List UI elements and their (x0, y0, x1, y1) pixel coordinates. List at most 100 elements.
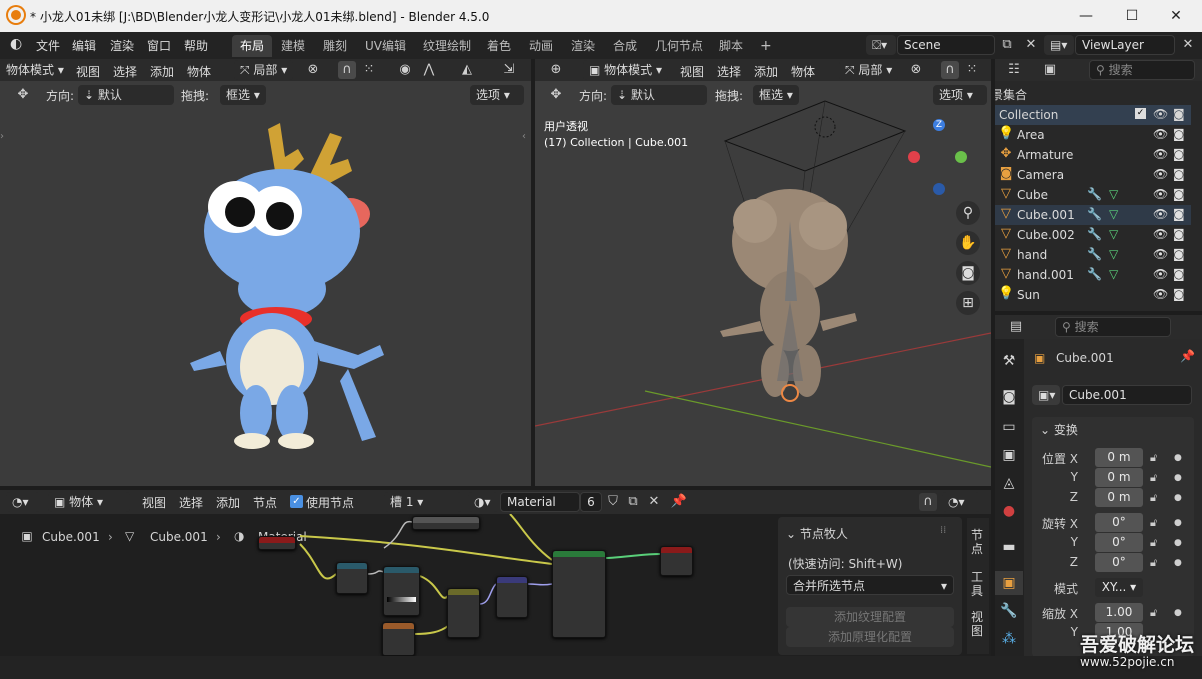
scene-tab-icon[interactable]: ◬ (995, 471, 1023, 495)
left-snap-icon[interactable]: ∩ (338, 61, 356, 79)
node-texture[interactable] (382, 622, 415, 656)
duplicate-material-icon[interactable]: ⧉ (624, 493, 642, 511)
drag-handle-icon[interactable]: ⁞⁞ (940, 525, 946, 536)
node-wrangler-header[interactable]: ⌄ 节点牧人 (786, 525, 848, 542)
material-output-node-mini[interactable] (258, 536, 296, 550)
modifier-icon[interactable]: 🔧 (1087, 247, 1102, 261)
render-camera-icon[interactable]: ◙ (1173, 127, 1185, 141)
add-principled-setup-button[interactable]: 添加原理化配置 (786, 627, 954, 647)
overlay-toggle-icon[interactable]: ◔▾ (942, 492, 980, 512)
left-falloff-icon[interactable]: ⋀ (420, 61, 438, 79)
visibility-eye-icon[interactable]: 👁 (1153, 227, 1168, 241)
gizmo-neg-z-axis[interactable] (933, 183, 945, 195)
gizmo-x-axis[interactable] (908, 151, 920, 163)
node-menu-add[interactable]: 添加 (216, 494, 240, 511)
left-visibility-icon[interactable]: ◭ (458, 61, 476, 79)
collection-tab-icon[interactable]: ▬ (995, 535, 1023, 559)
outliner-editor-icon[interactable]: ☷ (1005, 61, 1023, 79)
node-menu-node[interactable]: 节点 (253, 494, 277, 511)
left-proportional-icon[interactable]: ◉ (396, 61, 414, 79)
mesh-data-icon[interactable]: ▽ (1109, 267, 1118, 281)
close-button[interactable]: ✕ (1166, 6, 1186, 26)
location-x-field[interactable]: 0 m (1095, 448, 1143, 467)
outliner-row[interactable]: ▽ hand 👁 ◙ 🔧 ▽ (995, 245, 1191, 265)
tab-compositing[interactable]: 合成 (605, 35, 645, 57)
menu-file[interactable]: 文件 (36, 37, 60, 54)
right-menu-add[interactable]: 添加 (754, 63, 778, 80)
view-layer-tab-icon[interactable]: ▣ (995, 443, 1023, 467)
right-menu-object[interactable]: 物体 (791, 63, 815, 80)
slot-dropdown[interactable]: 槽 1 ▾ (384, 492, 462, 512)
delete-view-layer-icon[interactable]: ✕ (1179, 36, 1197, 54)
node-principled-bsdf[interactable] (552, 550, 606, 638)
outliner-row[interactable]: 💡 Area 👁 ◙ (995, 125, 1191, 145)
mesh-data-icon[interactable]: ▽ (1109, 207, 1118, 221)
tab-scripting[interactable]: 脚本 (711, 35, 751, 57)
left-toolbar-toggle-icon[interactable]: › (0, 131, 4, 142)
node-object-selector[interactable]: ▣ 物体 ▾ (48, 492, 130, 512)
left-orient-dropdown[interactable]: ⇣ 默认 (78, 85, 174, 105)
right-orient-dropdown[interactable]: ⇣ 默认 (611, 85, 707, 105)
pin-icon[interactable]: 📌 (1180, 349, 1195, 363)
right-viewport[interactable]: ✥ 方向: ⇣ 默认 拖拽: 框选 ▾ 选项 ▾ 用户透视 (17) Colle… (535, 81, 991, 486)
outliner-row[interactable]: ◙ Camera 👁 ◙ (995, 165, 1191, 185)
keyframe-dot-icon[interactable]: ● (1174, 608, 1182, 618)
new-scene-icon[interactable]: ⧉ (998, 36, 1016, 54)
node-menu-select[interactable]: 选择 (179, 494, 203, 511)
outliner-search-input[interactable]: ⚲ 搜索 (1089, 60, 1195, 80)
render-camera-icon[interactable]: ◙ (1173, 247, 1185, 261)
left-viewport[interactable]: ✥ 方向: ⇣ 默认 拖拽: 框选 ▾ 选项 ▾ › ‹ (0, 81, 531, 486)
modifier-icon[interactable]: 🔧 (1087, 207, 1102, 221)
menu-help[interactable]: 帮助 (184, 37, 208, 54)
node-editor-canvas[interactable]: ▣ Cube.001 › ▽ Cube.001 › ◑ Material ⌄ 节… (0, 514, 991, 656)
tab-sculpting[interactable]: 雕刻 (315, 35, 355, 57)
maximize-button[interactable]: ☐ (1122, 6, 1142, 26)
node-bump[interactable] (496, 576, 528, 618)
tab-geometry-nodes[interactable]: 几何节点 (647, 35, 711, 57)
visibility-eye-icon[interactable]: 👁 (1153, 287, 1168, 301)
display-mode-icon[interactable]: ▣ (1041, 61, 1059, 79)
gizmo-z-axis[interactable]: Z (933, 119, 945, 131)
merge-select-dropdown[interactable]: 合并所选节点 ▾ (786, 575, 954, 595)
zoom-icon[interactable]: ⚲ (956, 201, 980, 225)
outliner-row[interactable]: ▽ Cube 👁 ◙ 🔧 ▽ (995, 185, 1191, 205)
node-menu-view[interactable]: 视图 (142, 494, 166, 511)
collection-row[interactable]: Collection ✓ 👁 ◙ (995, 105, 1191, 125)
mesh-data-icon[interactable]: ▽ (1109, 247, 1118, 261)
properties-search-input[interactable]: ⚲ 搜索 (1055, 317, 1171, 337)
tool-tab-icon[interactable]: ⚒ (995, 349, 1023, 373)
pan-hand-icon[interactable]: ✋ (956, 231, 980, 255)
collection-checkbox[interactable]: ✓ (1135, 108, 1146, 119)
lock-icon[interactable]: 🔓︎ (1150, 556, 1157, 570)
lock-icon[interactable]: 🔓︎ (1150, 491, 1157, 505)
left-options-button[interactable]: 选项 ▾ (470, 85, 524, 105)
tab-uv-editing[interactable]: UV编辑 (357, 35, 414, 57)
scene-selector-icon[interactable]: ⛋▾ (866, 35, 896, 55)
menu-edit[interactable]: 编辑 (72, 37, 96, 54)
camera-view-icon[interactable]: ◙ (956, 261, 980, 285)
editor-type-icon[interactable]: ⊕ (547, 61, 565, 79)
location-y-field[interactable]: 0 m (1095, 468, 1143, 487)
lock-icon[interactable]: 🔓︎ (1150, 536, 1157, 550)
add-workspace-button[interactable]: + (752, 35, 780, 57)
left-menu-add[interactable]: 添加 (150, 63, 174, 80)
modifier-icon[interactable]: 🔧 (1087, 227, 1102, 241)
lock-icon[interactable]: 🔓︎ (1150, 471, 1157, 485)
left-menu-object[interactable]: 物体 (187, 63, 211, 80)
object-tab-icon[interactable]: ▣ (995, 571, 1023, 595)
delete-scene-icon[interactable]: ✕ (1022, 36, 1040, 54)
node-color-ramp[interactable] (383, 566, 420, 616)
lock-icon[interactable]: 🔓︎ (1150, 451, 1157, 465)
object-name-field[interactable]: Cube.001 (1062, 385, 1192, 405)
object-selector-icon[interactable]: ▣▾ (1032, 385, 1060, 405)
minimize-button[interactable]: — (1076, 6, 1096, 26)
outliner-row[interactable]: 💡 Sun 👁 ◙ (995, 285, 1191, 305)
keyframe-dot-icon[interactable]: ● (1174, 538, 1182, 548)
right-snap-icon[interactable]: ∩ (941, 61, 959, 79)
gizmo-y-axis[interactable] (955, 151, 967, 163)
node-editor-type-icon[interactable]: ◔▾ (6, 492, 40, 512)
tab-modeling[interactable]: 建模 (273, 35, 313, 57)
keyframe-dot-icon[interactable]: ● (1174, 453, 1182, 463)
material-name-field[interactable]: Material (500, 492, 580, 512)
right-menu-view[interactable]: 视图 (680, 63, 704, 80)
